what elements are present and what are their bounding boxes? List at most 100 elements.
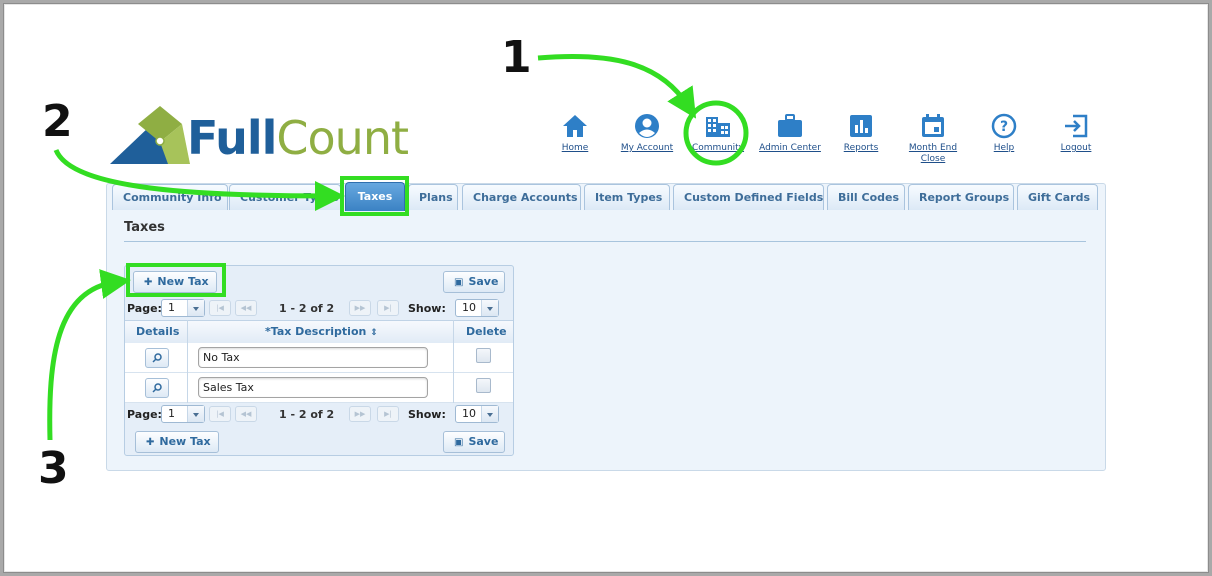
tab-customer-types[interactable]: Customer Types — [229, 184, 341, 210]
tab-custom-defined-fields[interactable]: Custom Defined Fields — [673, 184, 824, 210]
nav-month-end-close[interactable]: Month End Close — [893, 113, 973, 165]
page-select[interactable]: 1 — [161, 405, 205, 423]
tab-bill-codes[interactable]: Bill Codes — [827, 184, 905, 210]
show-label: Show: — [408, 302, 446, 315]
column-divider — [187, 320, 188, 403]
last-page-icon[interactable]: ▶| — [377, 406, 399, 422]
chevron-down-icon — [187, 300, 204, 316]
last-page-icon[interactable]: ▶| — [377, 300, 399, 316]
tax-description-input[interactable]: No Tax — [198, 347, 428, 368]
save-label: Save — [468, 275, 499, 288]
logout-icon — [1065, 114, 1088, 138]
magnifier-icon — [152, 353, 162, 363]
title-divider — [124, 241, 1086, 242]
svg-text:?: ? — [1000, 119, 1008, 135]
tab-community-info[interactable]: Community Info — [112, 184, 228, 210]
tab-charge-accounts[interactable]: Charge Accounts — [462, 184, 581, 210]
page-value: 1 — [168, 301, 175, 314]
save-icon: ▣ — [454, 437, 464, 448]
chevron-down-icon — [187, 406, 204, 422]
delete-checkbox[interactable] — [476, 378, 491, 393]
home-icon — [563, 115, 587, 137]
details-button[interactable] — [145, 378, 169, 398]
save-button-top[interactable]: ▣ Save — [443, 271, 505, 293]
nav-help-label: Help — [993, 143, 1015, 153]
nav-admin-center-label: Admin Center — [759, 143, 821, 153]
tab-gift-cards[interactable]: Gift Cards — [1017, 184, 1098, 210]
briefcase-icon — [778, 114, 802, 137]
next-page-icon[interactable]: ▶▶ — [349, 406, 371, 422]
tab-report-groups[interactable]: Report Groups — [908, 184, 1014, 210]
logo-text-count: Count — [276, 111, 409, 165]
tax-description-input[interactable]: Sales Tax — [198, 377, 428, 398]
nav-month-end-label: Month End Close — [893, 143, 973, 165]
building-icon — [706, 117, 730, 137]
help-circle-icon: ? — [991, 113, 1017, 139]
nav-community-label: Community — [691, 143, 745, 153]
first-page-icon[interactable]: |◀ — [209, 300, 231, 316]
nav-reports-label: Reports — [843, 143, 879, 153]
col-tax-description[interactable]: *Tax Description ⇕ — [265, 325, 378, 338]
prev-page-icon[interactable]: ◀◀ — [235, 300, 257, 316]
page-select[interactable]: 1 — [161, 299, 205, 317]
logo-text-full: Full — [187, 111, 277, 165]
prev-page-icon[interactable]: ◀◀ — [235, 406, 257, 422]
nav-admin-center[interactable]: Admin Center — [750, 113, 830, 154]
col-details: Details — [136, 325, 180, 338]
delete-checkbox[interactable] — [476, 348, 491, 363]
annotation-number-1: 1 — [501, 32, 532, 83]
first-page-icon[interactable]: |◀ — [209, 406, 231, 422]
column-divider — [453, 320, 454, 403]
page-label: Page: — [127, 408, 162, 421]
sort-icon: ⇕ — [370, 328, 378, 338]
pager-bottom: Page: 1 |◀ ◀◀ 1 - 2 of 2 ▶▶ ▶| Show: 10 — [127, 403, 511, 425]
page-label: Page: — [127, 302, 162, 315]
nav-home-label: Home — [561, 143, 589, 153]
nav-logout[interactable]: Logout — [1036, 113, 1116, 154]
nav-community[interactable]: Community — [678, 113, 758, 154]
page-size-value: 10 — [462, 407, 476, 420]
next-page-icon[interactable]: ▶▶ — [349, 300, 371, 316]
pager-top: Page: 1 |◀ ◀◀ 1 - 2 of 2 ▶▶ ▶| Show: 10 — [127, 297, 511, 319]
nav-logout-label: Logout — [1060, 143, 1092, 153]
nav-my-account-label: My Account — [620, 143, 674, 153]
tab-plans[interactable]: Plans — [408, 184, 458, 210]
annotation-number-2: 2 — [42, 96, 73, 147]
save-label: Save — [468, 435, 499, 448]
show-label: Show: — [408, 408, 446, 421]
taxes-grid: ✚ New Tax ▣ Save Page: 1 |◀ ◀◀ 1 - 2 of 2 … — [124, 265, 514, 456]
tab-item-types[interactable]: Item Types — [584, 184, 670, 210]
new-tax-label: New Tax — [159, 435, 211, 448]
chevron-down-icon — [481, 300, 498, 316]
col-delete: Delete — [466, 325, 507, 338]
new-tax-button-top[interactable]: ✚ New Tax — [133, 271, 217, 293]
app-logo-text: FullCount — [187, 110, 409, 166]
save-icon: ▣ — [454, 277, 464, 288]
page-range: 1 - 2 of 2 — [279, 302, 335, 315]
nav-my-account[interactable]: My Account — [607, 113, 687, 154]
page-size-value: 10 — [462, 301, 476, 314]
annotation-number-3: 3 — [38, 443, 69, 494]
page-size-select[interactable]: 10 — [455, 299, 499, 317]
details-button[interactable] — [145, 348, 169, 368]
plus-icon: ✚ — [146, 437, 155, 448]
col-tax-description-label: *Tax Description — [265, 325, 367, 338]
new-tax-label: New Tax — [157, 275, 209, 288]
nav-help[interactable]: ? Help — [964, 113, 1044, 154]
page-title: Taxes — [124, 220, 165, 235]
nav-home[interactable]: Home — [535, 113, 615, 154]
save-button-bottom[interactable]: ▣ Save — [443, 431, 505, 453]
tab-taxes[interactable]: Taxes — [345, 182, 405, 211]
page-size-select[interactable]: 10 — [455, 405, 499, 423]
grid-header: Details *Tax Description ⇕ Delete — [125, 320, 513, 344]
nav-reports[interactable]: Reports — [821, 113, 901, 154]
chevron-down-icon — [481, 406, 498, 422]
nav-month-end-line1: Month End — [908, 143, 958, 153]
table-row: No Tax — [125, 343, 513, 373]
calendar-icon — [922, 114, 944, 137]
plus-icon: ✚ — [144, 277, 153, 288]
table-row: Sales Tax — [125, 373, 513, 403]
bar-chart-icon — [850, 115, 872, 137]
account-circle-icon — [635, 114, 659, 138]
new-tax-button-bottom[interactable]: ✚ New Tax — [135, 431, 219, 453]
